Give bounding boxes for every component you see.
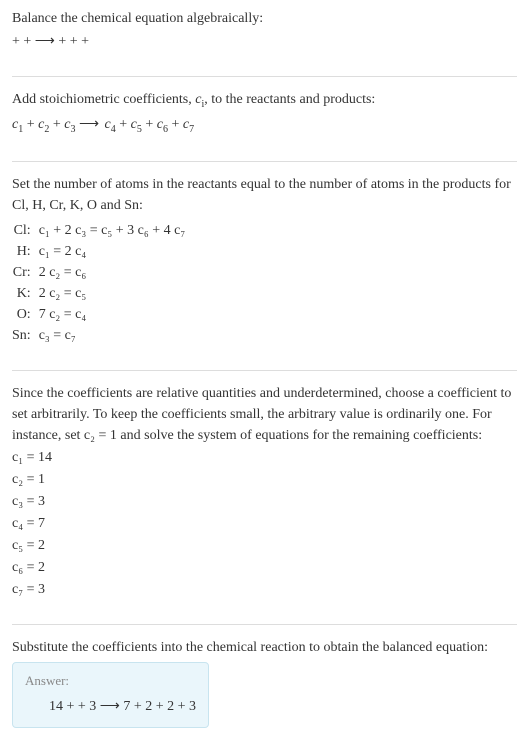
stoich-equation: c1 + c2 + c3 ⟶ c4 + c5 + c6 + c7	[12, 114, 517, 137]
plus-5: +	[172, 117, 183, 132]
table-row: Cr: 2 c₂ = c₆	[12, 262, 185, 283]
coef-c7: c₇ = 3	[12, 579, 517, 600]
coef-c3: c₃ = 3	[12, 491, 517, 512]
table-row: K: 2 c₂ = c₅	[12, 283, 185, 304]
divider-4	[12, 624, 517, 625]
c4-n: 4	[111, 124, 116, 135]
section-solve: Since the coefficients are relative quan…	[12, 383, 517, 612]
table-row: Cl: c₁ + 2 c₃ = c₅ + 3 c₆ + 4 c₇	[12, 220, 185, 241]
table-row: H: c₁ = 2 c₄	[12, 241, 185, 262]
coef-c4: c₄ = 7	[12, 513, 517, 534]
arrow-1: ⟶	[79, 117, 105, 132]
plus-3: +	[119, 117, 130, 132]
section-substitute: Substitute the coefficients into the che…	[12, 637, 517, 729]
table-row: O: 7 c₂ = c₄	[12, 304, 185, 325]
stoich-title-pre: Add stoichiometric coefficients,	[12, 92, 195, 107]
answer-label: Answer:	[25, 671, 196, 691]
solve-title: Since the coefficients are relative quan…	[12, 383, 517, 446]
atom-eq-k: 2 c₂ = c₅	[39, 283, 186, 304]
coef-c2: c₂ = 1	[12, 469, 517, 490]
balance-title: Balance the chemical equation algebraica…	[12, 8, 517, 29]
coef-c1: c₁ = 14	[12, 447, 517, 468]
plus-1: +	[27, 117, 38, 132]
atom-label-k: K:	[12, 283, 39, 304]
coef-c5: c₅ = 2	[12, 535, 517, 556]
atom-label-h: H:	[12, 241, 39, 262]
c5-n: 5	[137, 124, 142, 135]
section-atoms: Set the number of atoms in the reactants…	[12, 174, 517, 358]
c6-n: 6	[163, 124, 168, 135]
atom-eq-cl: c₁ + 2 c₃ = c₅ + 3 c₆ + 4 c₇	[39, 220, 186, 241]
c7-n: 7	[189, 124, 194, 135]
divider-1	[12, 76, 517, 77]
atoms-title: Set the number of atoms in the reactants…	[12, 174, 517, 216]
divider-2	[12, 161, 517, 162]
atom-label-sn: Sn:	[12, 325, 39, 346]
atom-eq-h: c₁ = 2 c₄	[39, 241, 186, 262]
section-stoich: Add stoichiometric coefficients, ci, to …	[12, 89, 517, 149]
answer-box: Answer: 14 + + 3 ⟶ 7 + 2 + 2 + 3	[12, 662, 209, 729]
divider-3	[12, 370, 517, 371]
atom-label-cl: Cl:	[12, 220, 39, 241]
atoms-table: Cl: c₁ + 2 c₃ = c₅ + 3 c₆ + 4 c₇ H: c₁ =…	[12, 220, 185, 346]
stoich-title: Add stoichiometric coefficients, ci, to …	[12, 89, 517, 112]
coef-c6: c₆ = 2	[12, 557, 517, 578]
table-row: Sn: c₃ = c₇	[12, 325, 185, 346]
atom-label-cr: Cr:	[12, 262, 39, 283]
c1-n: 1	[18, 124, 23, 135]
substitute-title: Substitute the coefficients into the che…	[12, 637, 517, 658]
stoich-title-post: , to the reactants and products:	[204, 92, 375, 107]
plus-2: +	[53, 117, 64, 132]
balance-equation: + + ⟶ + + +	[12, 31, 517, 52]
plus-4: +	[145, 117, 156, 132]
atom-eq-sn: c₃ = c₇	[39, 325, 186, 346]
c2-n: 2	[44, 124, 49, 135]
answer-equation: 14 + + 3 ⟶ 7 + 2 + 2 + 3	[25, 696, 196, 717]
atom-eq-o: 7 c₂ = c₄	[39, 304, 186, 325]
c3-n: 3	[70, 124, 75, 135]
section-balance: Balance the chemical equation algebraica…	[12, 8, 517, 64]
atom-eq-cr: 2 c₂ = c₆	[39, 262, 186, 283]
atom-label-o: O:	[12, 304, 39, 325]
